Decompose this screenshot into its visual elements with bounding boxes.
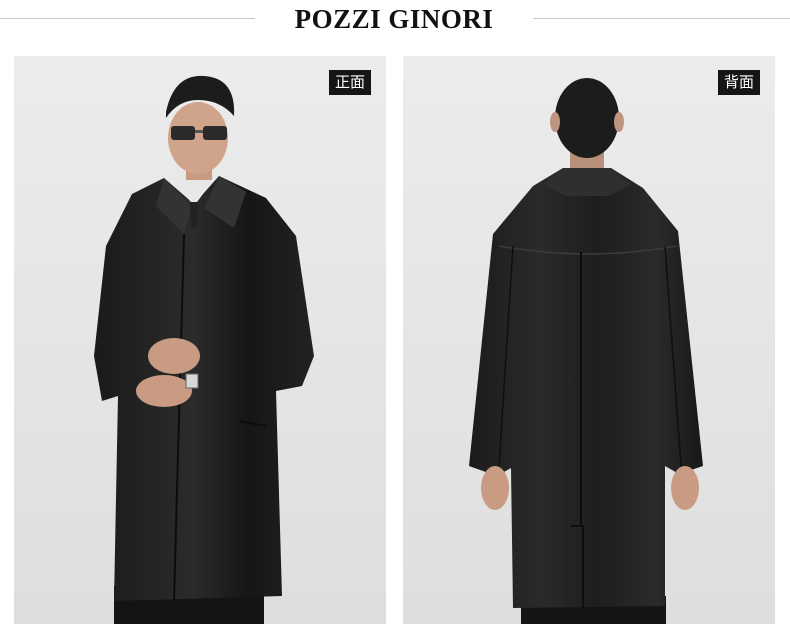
front-view-photo: 正面: [14, 56, 386, 624]
front-coat-illustration: [14, 56, 386, 624]
front-view-tag: 正面: [328, 70, 371, 95]
back-coat-illustration: [403, 56, 775, 624]
header-rule-right: [533, 18, 790, 19]
brand-title: POZZI GINORI: [294, 4, 494, 34]
back-view-tag: 背面: [717, 70, 760, 95]
back-view-photo: 背面: [403, 56, 775, 624]
header-rule-left: [0, 18, 255, 19]
header: POZZI GINORI: [0, 0, 790, 44]
